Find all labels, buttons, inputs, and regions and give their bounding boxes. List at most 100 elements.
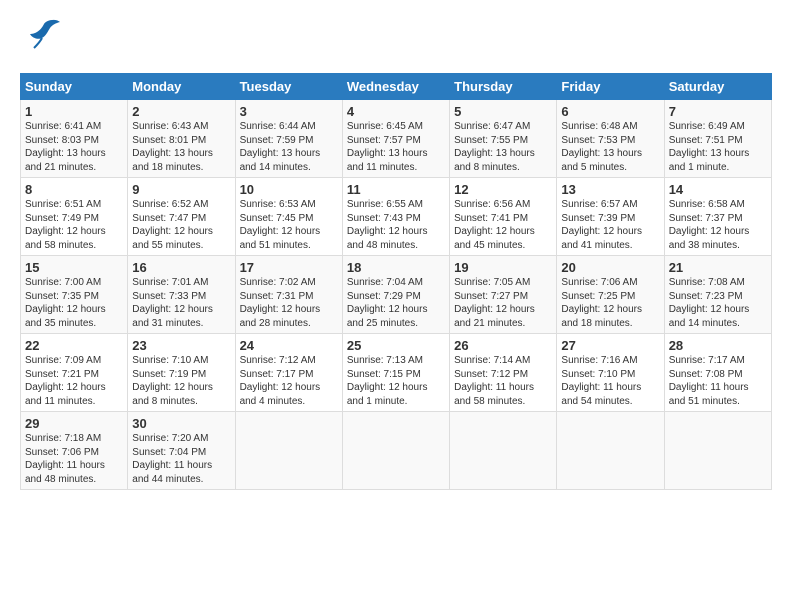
table-row: 8Sunrise: 6:51 AMSunset: 7:49 PMDaylight…: [21, 178, 128, 256]
day-number: 16: [132, 260, 230, 275]
day-info: Sunrise: 6:41 AMSunset: 8:03 PMDaylight:…: [25, 121, 106, 173]
day-info: Sunrise: 7:18 AMSunset: 7:06 PMDaylight:…: [25, 433, 105, 485]
calendar-table: Sunday Monday Tuesday Wednesday Thursday…: [20, 73, 772, 490]
day-info: Sunrise: 6:49 AMSunset: 7:51 PMDaylight:…: [669, 121, 750, 173]
table-row: 12 Sunrise: 6:56 AMSunset: 7:41 PMDayligh…: [450, 178, 557, 256]
table-row: 1 Sunrise: 6:41 AMSunset: 8:03 PMDaylight…: [21, 100, 128, 178]
day-number: 28: [669, 338, 767, 353]
day-number: 14: [669, 182, 767, 197]
week-row-2: 8Sunrise: 6:51 AMSunset: 7:49 PMDaylight…: [21, 178, 772, 256]
week-row-3: 15 Sunrise: 7:00 AMSunset: 7:35 PMDayligh…: [21, 256, 772, 334]
table-row: [557, 412, 664, 490]
day-info: Sunrise: 7:05 AMSunset: 7:27 PMDaylight:…: [454, 277, 535, 329]
day-number: 30: [132, 416, 230, 431]
day-info: Sunrise: 6:48 AMSunset: 7:53 PMDaylight:…: [561, 121, 642, 173]
day-info: Sunrise: 7:12 AMSunset: 7:17 PMDaylight:…: [240, 355, 321, 407]
table-row: 6Sunrise: 6:48 AMSunset: 7:53 PMDaylight…: [557, 100, 664, 178]
day-number: 4: [347, 104, 445, 119]
table-row: 23 Sunrise: 7:10 AMSunset: 7:19 PMDayligh…: [128, 334, 235, 412]
day-info: Sunrise: 6:43 AMSunset: 8:01 PMDaylight:…: [132, 121, 213, 173]
table-row: 30 Sunrise: 7:20 AMSunset: 7:04 PMDayligh…: [128, 412, 235, 490]
logo-bird-icon: [26, 16, 62, 59]
day-number: 15: [25, 260, 123, 275]
day-number: 20: [561, 260, 659, 275]
table-row: 10 Sunrise: 6:53 AMSunset: 7:45 PMDayligh…: [235, 178, 342, 256]
table-row: 24 Sunrise: 7:12 AMSunset: 7:17 PMDayligh…: [235, 334, 342, 412]
day-number: 21: [669, 260, 767, 275]
day-info: Sunrise: 6:58 AMSunset: 7:37 PMDaylight:…: [669, 199, 750, 251]
col-thursday: Thursday: [450, 74, 557, 100]
week-row-4: 22 Sunrise: 7:09 AMSunset: 7:21 PMDayligh…: [21, 334, 772, 412]
day-info: Sunrise: 7:16 AMSunset: 7:10 PMDaylight:…: [561, 355, 641, 407]
table-row: 18 Sunrise: 7:04 AMSunset: 7:29 PMDayligh…: [342, 256, 449, 334]
day-info: Sunrise: 6:44 AMSunset: 7:59 PMDaylight:…: [240, 121, 321, 173]
table-row: 27Sunrise: 7:16 AMSunset: 7:10 PMDayligh…: [557, 334, 664, 412]
table-row: 11Sunrise: 6:55 AMSunset: 7:43 PMDayligh…: [342, 178, 449, 256]
day-number: 12: [454, 182, 552, 197]
day-number: 26: [454, 338, 552, 353]
week-row-1: 1 Sunrise: 6:41 AMSunset: 8:03 PMDaylight…: [21, 100, 772, 178]
table-row: [664, 412, 771, 490]
table-row: 22 Sunrise: 7:09 AMSunset: 7:21 PMDayligh…: [21, 334, 128, 412]
col-sunday: Sunday: [21, 74, 128, 100]
col-friday: Friday: [557, 74, 664, 100]
day-number: 29: [25, 416, 123, 431]
day-number: 7: [669, 104, 767, 119]
day-info: Sunrise: 6:52 AMSunset: 7:47 PMDaylight:…: [132, 199, 213, 251]
day-info: Sunrise: 6:56 AMSunset: 7:41 PMDaylight:…: [454, 199, 535, 251]
day-number: 11: [347, 182, 445, 197]
col-tuesday: Tuesday: [235, 74, 342, 100]
table-row: 4 Sunrise: 6:45 AMSunset: 7:57 PMDaylight…: [342, 100, 449, 178]
day-number: 23: [132, 338, 230, 353]
day-info: Sunrise: 6:47 AMSunset: 7:55 PMDaylight:…: [454, 121, 535, 173]
day-number: 3: [240, 104, 338, 119]
table-row: 25 Sunrise: 7:13 AMSunset: 7:15 PMDayligh…: [342, 334, 449, 412]
day-number: 25: [347, 338, 445, 353]
table-row: 13 Sunrise: 6:57 AMSunset: 7:39 PMDayligh…: [557, 178, 664, 256]
day-info: Sunrise: 7:02 AMSunset: 7:31 PMDaylight:…: [240, 277, 321, 329]
header: [20, 16, 772, 63]
table-row: [235, 412, 342, 490]
day-number: 5: [454, 104, 552, 119]
col-monday: Monday: [128, 74, 235, 100]
table-row: 2Sunrise: 6:43 AMSunset: 8:01 PMDaylight…: [128, 100, 235, 178]
table-row: 9 Sunrise: 6:52 AMSunset: 7:47 PMDaylight…: [128, 178, 235, 256]
day-number: 22: [25, 338, 123, 353]
table-row: 17 Sunrise: 7:02 AMSunset: 7:31 PMDayligh…: [235, 256, 342, 334]
day-number: 9: [132, 182, 230, 197]
day-info: Sunrise: 7:20 AMSunset: 7:04 PMDaylight:…: [132, 433, 212, 485]
day-info: Sunrise: 7:14 AMSunset: 7:12 PMDaylight:…: [454, 355, 534, 407]
col-saturday: Saturday: [664, 74, 771, 100]
day-info: Sunrise: 7:06 AMSunset: 7:25 PMDaylight:…: [561, 277, 642, 329]
day-info: Sunrise: 7:09 AMSunset: 7:21 PMDaylight:…: [25, 355, 106, 407]
day-info: Sunrise: 7:17 AMSunset: 7:08 PMDaylight:…: [669, 355, 749, 407]
day-number: 10: [240, 182, 338, 197]
day-info: Sunrise: 6:57 AMSunset: 7:39 PMDaylight:…: [561, 199, 642, 251]
table-row: 20 Sunrise: 7:06 AMSunset: 7:25 PMDayligh…: [557, 256, 664, 334]
col-wednesday: Wednesday: [342, 74, 449, 100]
table-row: 29 Sunrise: 7:18 AMSunset: 7:06 PMDayligh…: [21, 412, 128, 490]
day-number: 13: [561, 182, 659, 197]
table-row: 28 Sunrise: 7:17 AMSunset: 7:08 PMDayligh…: [664, 334, 771, 412]
day-number: 18: [347, 260, 445, 275]
table-row: 16Sunrise: 7:01 AMSunset: 7:33 PMDayligh…: [128, 256, 235, 334]
table-row: 5 Sunrise: 6:47 AMSunset: 7:55 PMDaylight…: [450, 100, 557, 178]
header-row: Sunday Monday Tuesday Wednesday Thursday…: [21, 74, 772, 100]
day-info: Sunrise: 6:53 AMSunset: 7:45 PMDaylight:…: [240, 199, 321, 251]
day-number: 17: [240, 260, 338, 275]
day-info: Sunrise: 7:00 AMSunset: 7:35 PMDaylight:…: [25, 277, 106, 329]
day-number: 8: [25, 182, 123, 197]
day-number: 24: [240, 338, 338, 353]
table-row: 26 Sunrise: 7:14 AMSunset: 7:12 PMDayligh…: [450, 334, 557, 412]
day-info: Sunrise: 7:13 AMSunset: 7:15 PMDaylight:…: [347, 355, 428, 407]
day-info: Sunrise: 7:04 AMSunset: 7:29 PMDaylight:…: [347, 277, 428, 329]
table-row: 7 Sunrise: 6:49 AMSunset: 7:51 PMDaylight…: [664, 100, 771, 178]
table-row: 21Sunrise: 7:08 AMSunset: 7:23 PMDayligh…: [664, 256, 771, 334]
day-number: 1: [25, 104, 123, 119]
table-row: 15 Sunrise: 7:00 AMSunset: 7:35 PMDayligh…: [21, 256, 128, 334]
week-row-5: 29 Sunrise: 7:18 AMSunset: 7:06 PMDayligh…: [21, 412, 772, 490]
table-row: [450, 412, 557, 490]
day-number: 19: [454, 260, 552, 275]
day-info: Sunrise: 6:45 AMSunset: 7:57 PMDaylight:…: [347, 121, 428, 173]
day-info: Sunrise: 7:10 AMSunset: 7:19 PMDaylight:…: [132, 355, 213, 407]
